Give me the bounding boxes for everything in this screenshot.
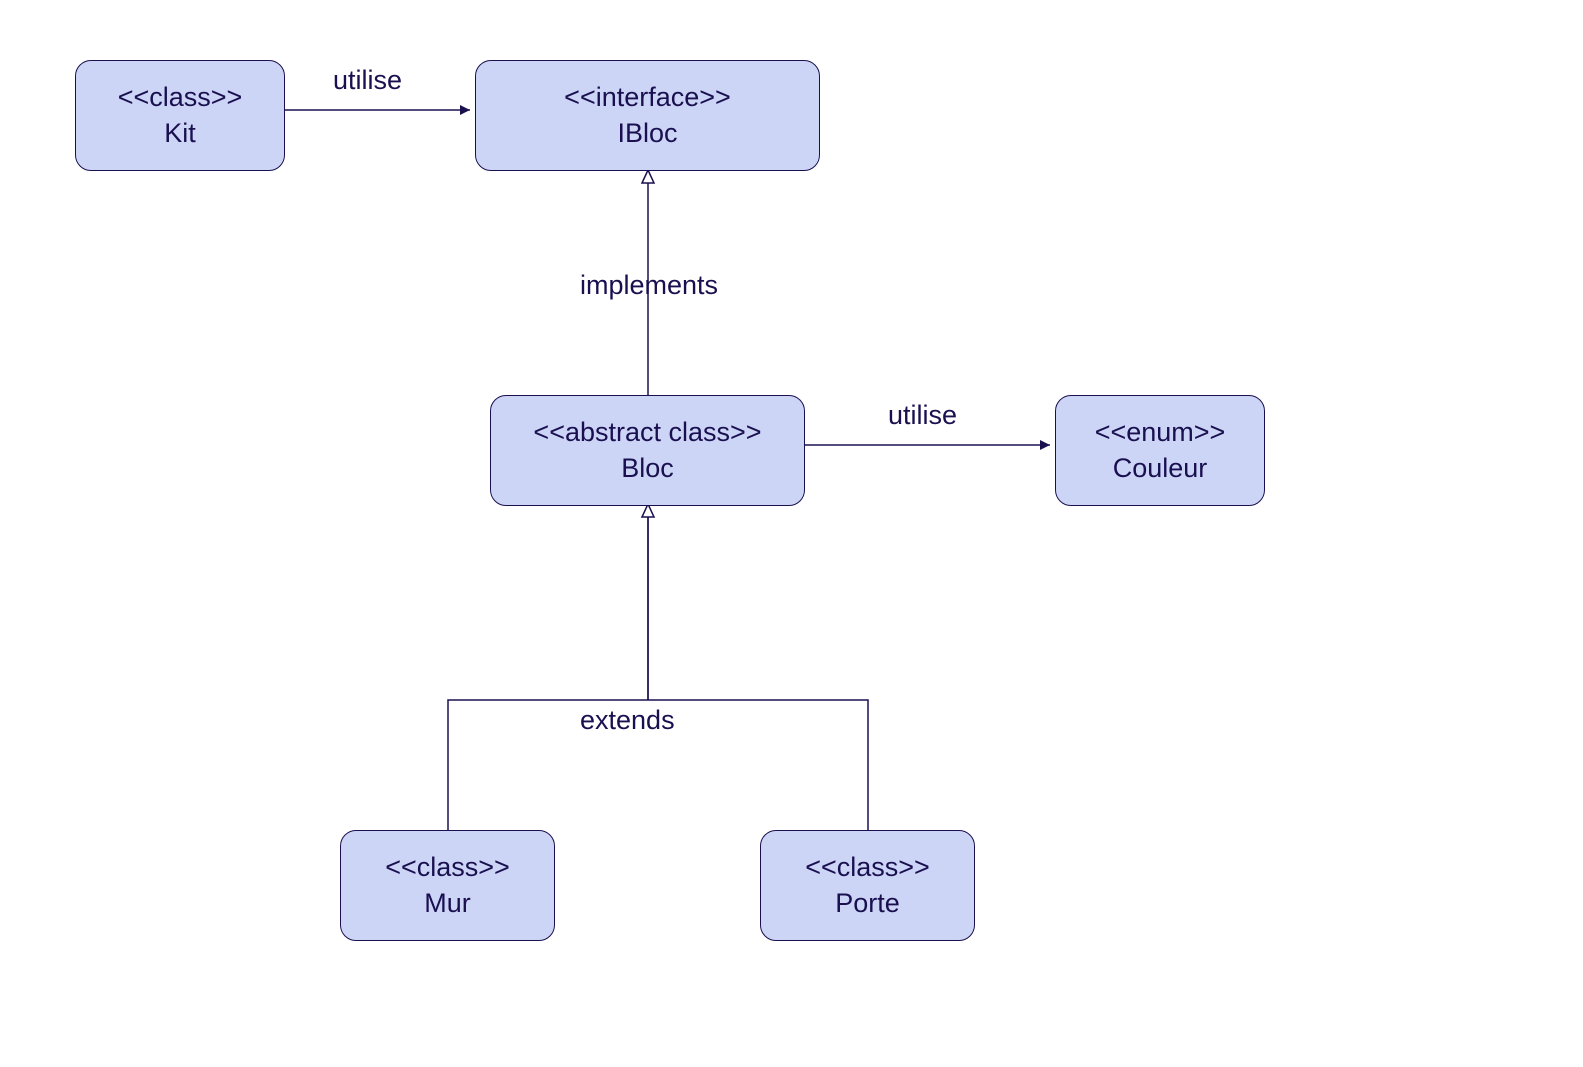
label-extends: extends	[580, 705, 675, 736]
stereotype-label: <<enum>>	[1095, 414, 1226, 450]
node-ibloc: <<interface>> IBloc	[475, 60, 820, 171]
label-utilise-kit-ibloc: utilise	[333, 65, 402, 96]
stereotype-label: <<class>>	[805, 849, 930, 885]
node-couleur: <<enum>> Couleur	[1055, 395, 1265, 506]
class-name: Kit	[164, 115, 196, 151]
stereotype-label: <<class>>	[385, 849, 510, 885]
node-bloc: <<abstract class>> Bloc	[490, 395, 805, 506]
stereotype-label: <<interface>>	[564, 79, 731, 115]
class-name: Porte	[835, 885, 900, 921]
stereotype-label: <<abstract class>>	[533, 414, 761, 450]
node-mur: <<class>> Mur	[340, 830, 555, 941]
edge-subclasses-bloc	[448, 502, 868, 830]
node-kit: <<class>> Kit	[75, 60, 285, 171]
stereotype-label: <<class>>	[118, 79, 243, 115]
node-porte: <<class>> Porte	[760, 830, 975, 941]
class-name: IBloc	[617, 115, 677, 151]
uml-diagram: <<class>> Kit <<interface>> IBloc <<abst…	[0, 0, 1583, 1067]
label-implements: implements	[580, 270, 718, 301]
class-name: Couleur	[1113, 450, 1208, 486]
class-name: Bloc	[621, 450, 674, 486]
label-utilise-bloc-couleur: utilise	[888, 400, 957, 431]
class-name: Mur	[424, 885, 471, 921]
